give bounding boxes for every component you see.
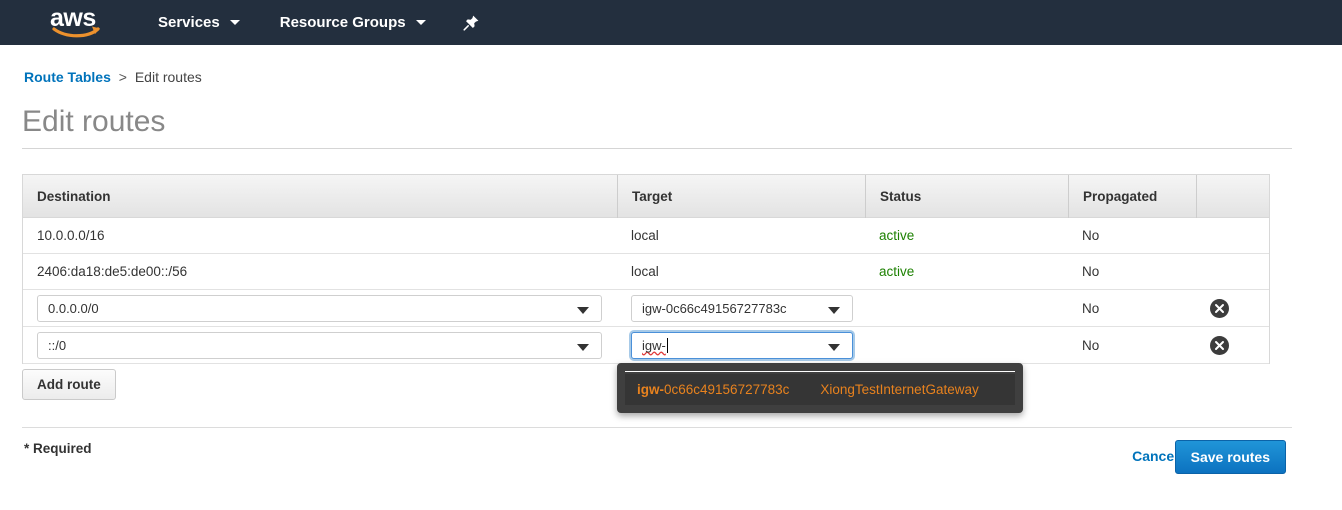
pin-icon[interactable] xyxy=(462,14,480,32)
suggestion-match-prefix: igw- xyxy=(637,382,664,397)
cell-status xyxy=(865,327,1068,363)
breadcrumb: Route Tables > Edit routes xyxy=(24,69,202,85)
cell-status: active xyxy=(879,264,915,279)
target-value-row-1: igw-0c66c49156727783c xyxy=(642,300,787,316)
column-header-target: Target xyxy=(617,174,865,218)
nav-services-label: Services xyxy=(158,14,220,31)
cell-target: local xyxy=(631,228,659,243)
column-header-status: Status xyxy=(865,174,1068,218)
required-note: * Required xyxy=(24,441,92,456)
table-header-row: Destination Target Status Propagated xyxy=(23,174,1269,218)
cell-destination: 10.0.0.0/16 xyxy=(37,228,105,243)
destination-input-row-2[interactable]: ::/0 xyxy=(37,331,602,359)
aws-top-navigation: aws Services Resource Groups xyxy=(0,0,1342,45)
cell-actions xyxy=(1196,254,1269,289)
target-suggestions-dropdown: igw-0c66c49156727783c XiongTestInternetG… xyxy=(617,363,1023,413)
cell-propagated: No xyxy=(1082,264,1100,279)
table-row: ::/0 igw- No xyxy=(23,327,1269,364)
routes-table: Destination Target Status Propagated 10.… xyxy=(22,174,1270,364)
table-row: 2406:da18:de5:de00::/56 local active No xyxy=(23,254,1269,290)
cancel-button[interactable]: Cancel xyxy=(1132,448,1178,464)
target-input-row-2[interactable]: igw- xyxy=(631,331,853,359)
footer-divider xyxy=(22,427,1292,428)
cell-destination: ::/0 xyxy=(23,327,617,363)
text-caret xyxy=(666,337,668,353)
table-row: 10.0.0.0/16 local active No xyxy=(23,218,1269,254)
destination-value-row-2: ::/0 xyxy=(48,337,67,353)
chevron-down-icon xyxy=(415,20,426,25)
cell-status: active xyxy=(879,228,915,243)
chevron-down-icon[interactable] xyxy=(577,343,589,351)
cell-actions xyxy=(1196,290,1269,326)
column-header-destination: Destination xyxy=(37,188,111,204)
breadcrumb-current: Edit routes xyxy=(134,69,202,85)
aws-logo[interactable]: aws xyxy=(50,5,106,38)
chevron-down-icon xyxy=(229,20,240,25)
chevron-down-icon[interactable] xyxy=(828,306,840,314)
save-routes-button[interactable]: Save routes xyxy=(1174,440,1286,474)
nav-services[interactable]: Services xyxy=(154,0,244,45)
target-value-row-2: igw- xyxy=(642,337,666,353)
page-title: Edit routes xyxy=(22,105,166,138)
cell-actions xyxy=(1196,218,1269,253)
target-input-row-1[interactable]: igw-0c66c49156727783c xyxy=(631,294,853,322)
cell-target: local xyxy=(631,264,659,279)
suggestion-match-rest: 0c66c49156727783c xyxy=(664,382,790,397)
cell-target: igw-0c66c49156727783c xyxy=(617,290,865,326)
cell-status xyxy=(865,290,1068,326)
cell-propagated: No xyxy=(1082,300,1100,316)
title-divider xyxy=(22,148,1292,149)
suggestion-item[interactable]: igw-0c66c49156727783c XiongTestInternetG… xyxy=(625,374,1015,405)
chevron-down-icon[interactable] xyxy=(828,343,840,351)
close-circle-icon[interactable] xyxy=(1210,298,1229,318)
aws-swoosh-icon xyxy=(52,25,104,44)
cell-propagated: No xyxy=(1082,228,1100,243)
destination-input-row-1[interactable]: 0.0.0.0/0 xyxy=(37,294,602,322)
breadcrumb-route-tables[interactable]: Route Tables xyxy=(24,69,111,85)
nav-resource-groups[interactable]: Resource Groups xyxy=(276,0,430,45)
cell-destination: 2406:da18:de5:de00::/56 xyxy=(37,264,188,279)
column-header-actions xyxy=(1196,174,1269,218)
cell-propagated: No xyxy=(1082,337,1100,353)
cell-target: igw- xyxy=(617,327,865,363)
close-circle-icon[interactable] xyxy=(1210,335,1229,355)
nav-resource-groups-label: Resource Groups xyxy=(279,14,406,31)
suggestion-resource-name: XiongTestInternetGateway xyxy=(820,382,979,397)
cell-actions xyxy=(1196,327,1269,363)
add-route-button[interactable]: Add route xyxy=(22,369,116,400)
cell-destination: 0.0.0.0/0 xyxy=(23,290,617,326)
column-header-propagated: Propagated xyxy=(1068,174,1196,218)
suggestions-divider xyxy=(625,371,1015,372)
breadcrumb-separator: > xyxy=(118,69,127,85)
table-row: 0.0.0.0/0 igw-0c66c49156727783c No xyxy=(23,290,1269,327)
destination-value-row-1: 0.0.0.0/0 xyxy=(48,300,99,316)
chevron-down-icon[interactable] xyxy=(577,306,589,314)
